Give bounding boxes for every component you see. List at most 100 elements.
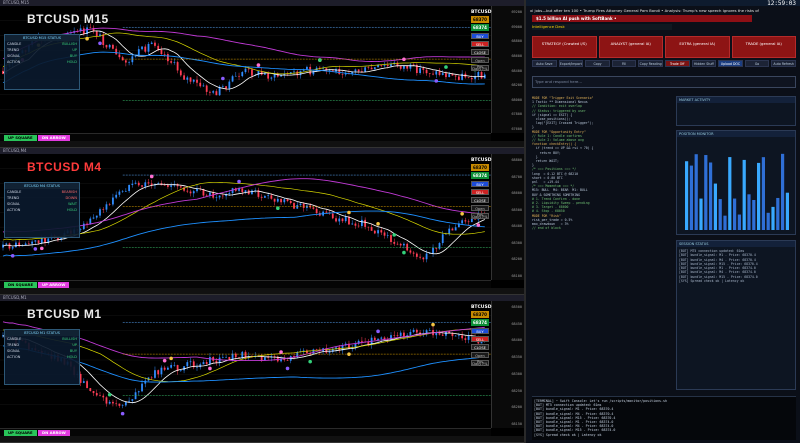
auto-refresh-button[interactable]: Auto Refresh [771, 60, 796, 67]
candle-body [186, 362, 189, 367]
clock: 12:59:03 [767, 0, 796, 7]
buy-button[interactable]: BUY [471, 181, 489, 187]
ask-price: 68374 [471, 24, 489, 31]
chat-input[interactable]: Type and respond here... [532, 76, 796, 88]
candle-body [15, 242, 17, 248]
price-tick: 68800 [511, 39, 522, 44]
candle-body [82, 28, 85, 35]
time-axis[interactable] [0, 280, 491, 288]
candle-body [461, 73, 464, 80]
candle-body [99, 209, 101, 216]
terminal-output[interactable]: [TERMINAL] ~ Swift Console: Let's run /s… [532, 396, 796, 440]
price-tick: 68150 [511, 422, 522, 426]
candle-body [461, 335, 464, 339]
price-axis[interactable]: 69200 69000 68800 68600 68400 68200 68000 67800… [491, 6, 524, 133]
nav-trade[interactable]: TRADE (general IA) [731, 36, 796, 58]
hidden-stuff-button[interactable]: Hidden Stuff [691, 60, 717, 67]
candle-body [422, 257, 425, 260]
candle-body [425, 253, 428, 260]
trade-panel-symbol: BTCUSD [471, 158, 492, 163]
open-positions-button[interactable]: Open Pos [471, 57, 489, 69]
response-code-block[interactable]: MODE FOR "Trigger Exit Scenario" 1 Tactic… [532, 96, 672, 396]
daily-pl-button[interactable]: Daily P/L [471, 65, 489, 71]
nav-strategy[interactable]: STRATEGY (Crawled I/S) [532, 36, 597, 58]
candle-body [396, 335, 399, 336]
upload-doc-button[interactable]: Upload DOC [718, 60, 743, 67]
status-key: SIGNAL [7, 202, 20, 206]
nav-analyst[interactable]: ANALYST (general IA) [598, 36, 663, 58]
sell-button[interactable]: SELL [471, 336, 489, 342]
status-key: CANDLE [7, 337, 22, 341]
candle-body [251, 190, 253, 195]
candle-body [209, 91, 211, 93]
chart-pane-m15[interactable]: BTCUSD,M15 69200 69000 68800 68600 68400 6820… [0, 0, 524, 148]
chart-pane-m4[interactable]: BTCUSD,M4 68800 68700 68600 68500 68400 68300… [0, 148, 524, 295]
price-tick: 68100 [511, 274, 522, 278]
candle-body [121, 191, 124, 192]
candle-body [189, 77, 192, 82]
price-tick: 68200 [511, 257, 522, 262]
position-monitor-widget: POSITION MONITOR [676, 130, 796, 235]
close-button[interactable]: CLOSE [471, 197, 489, 203]
go-button[interactable]: Go [744, 60, 770, 67]
fill-button[interactable]: Fill [611, 60, 637, 67]
copy-button[interactable]: Copy [585, 60, 610, 67]
candle-body [467, 221, 470, 223]
candle-body [435, 332, 438, 336]
action-toolbar: Auto Save Export/Import Copy Fill Copy R… [532, 60, 796, 67]
candle-body [150, 42, 153, 44]
trade-off-button[interactable]: Trade Off [664, 60, 690, 67]
candle-body [215, 197, 218, 198]
auto-save-button[interactable]: Auto Save [532, 60, 557, 67]
candle-body [228, 81, 231, 89]
browser-tab-bar[interactable] [526, 0, 800, 6]
chart-pane-m1[interactable]: BTCUSD,M1 68500 68450 68400 68350 68300 68250… [0, 295, 524, 443]
open-positions-button[interactable]: Open Pos [471, 352, 489, 364]
signal-marker [10, 254, 15, 258]
candle-body [157, 45, 160, 50]
candle-body [141, 185, 143, 187]
status-key: ACTION [7, 355, 21, 359]
candle-body [221, 357, 224, 358]
nav-extra[interactable]: EXTRA (general IA) [665, 36, 730, 58]
signal-marker [169, 356, 173, 361]
open-positions-button[interactable]: Open Pos [471, 205, 489, 217]
candle-body [179, 370, 182, 372]
price-tick: 67600 [511, 127, 522, 131]
price-axis[interactable]: 68500 68450 68400 68350 68300 68250 68200 68150 [491, 301, 524, 428]
candle-body [289, 201, 292, 204]
widget-title: MARKET ACTIVITY [677, 97, 795, 103]
candle-body [432, 247, 434, 254]
buy-button[interactable]: BUY [471, 33, 489, 39]
signal-marker [98, 41, 102, 46]
sell-button[interactable]: SELL [471, 189, 489, 195]
candle-body [167, 367, 169, 370]
status-key: CANDLE [7, 190, 22, 194]
daily-pl-button[interactable]: Daily P/L [471, 360, 489, 366]
candle-body [425, 330, 428, 333]
price-axis[interactable]: 68800 68700 68600 68500 68400 68300 68200 68100 [491, 154, 524, 280]
volume-bar [713, 183, 717, 230]
export-button[interactable]: Export/Import [558, 60, 584, 67]
candle-body [221, 86, 224, 87]
close-button[interactable]: CLOSE [471, 49, 489, 55]
candle-body [205, 85, 208, 92]
price-tick: 68600 [511, 191, 522, 196]
sell-button[interactable]: SELL [471, 41, 489, 47]
price-tick: 68000 [511, 97, 522, 102]
candle-body [441, 234, 444, 244]
time-axis[interactable] [0, 428, 491, 436]
daily-pl-button[interactable]: Daily P/L [471, 213, 489, 219]
close-button[interactable]: CLOSE [471, 344, 489, 350]
time-axis[interactable] [0, 133, 491, 141]
buy-button[interactable]: BUY [471, 328, 489, 334]
candle-body [82, 381, 85, 383]
candle-body [44, 237, 46, 243]
breaking-news-bar[interactable]: $1.5 billion AI push with SoftBank • [532, 15, 752, 22]
trade-panel: BTCUSD 68370 68374 BUY SELL CLOSE Open P… [471, 305, 491, 366]
news-ticker[interactable]: xl jobs—but after ten 100 • Trump Fires … [530, 8, 760, 14]
copy-reading-button[interactable]: Copy Reading [638, 60, 663, 67]
status-value: BEARISH [61, 190, 77, 194]
candle-body [192, 191, 195, 194]
session-status-widget: SESSION STATUS [BOT] MT5 connection upda… [676, 240, 796, 390]
